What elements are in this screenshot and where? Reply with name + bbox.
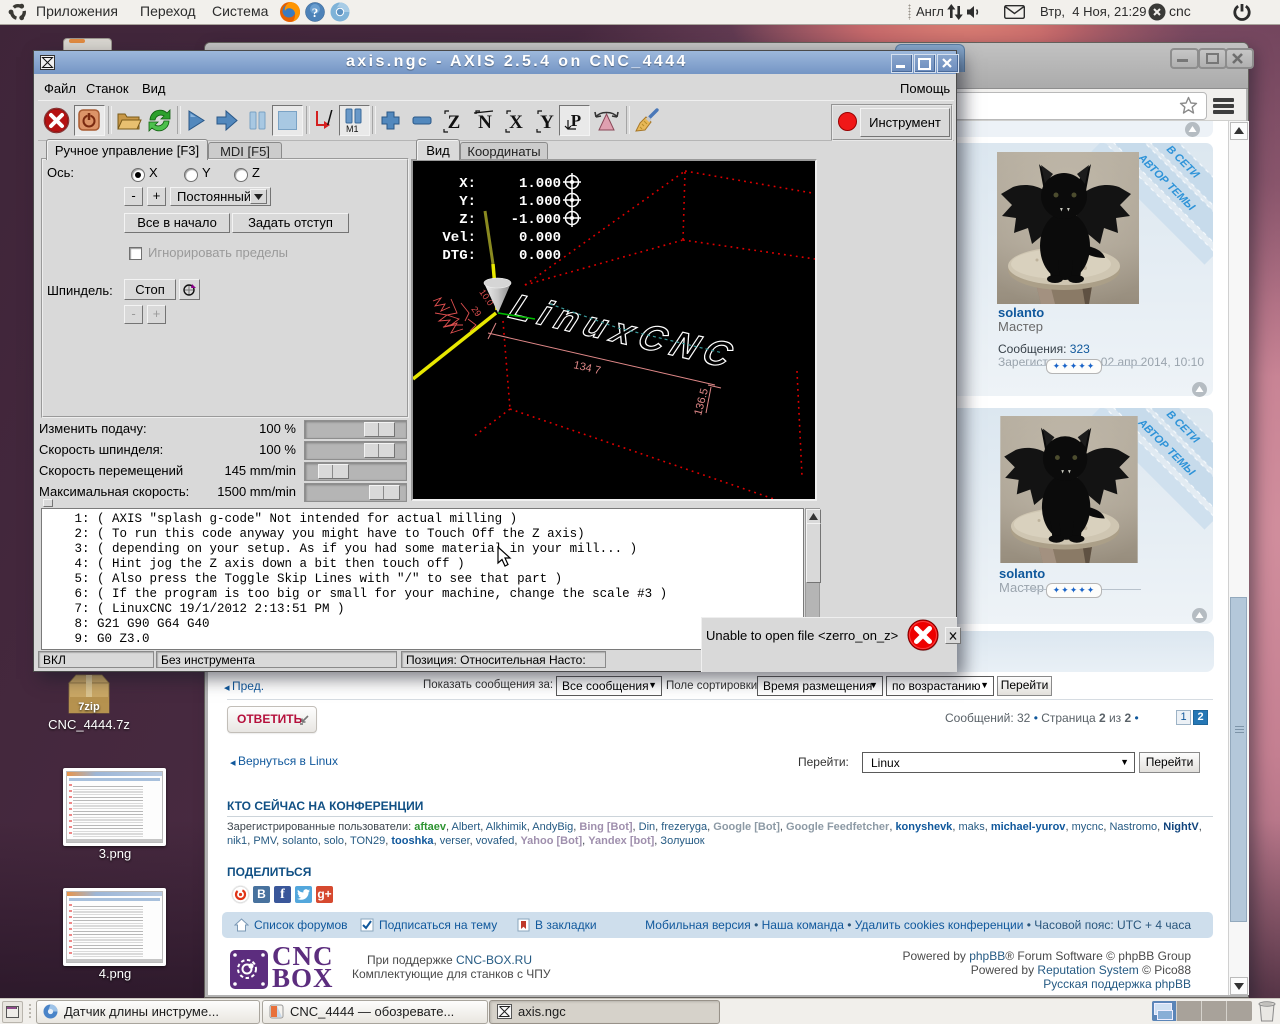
svg-text:/: / xyxy=(327,108,333,130)
svg-text:Y: Y xyxy=(540,112,554,133)
svg-text:X:: X: xyxy=(459,176,476,192)
svg-text:X: X xyxy=(509,112,523,133)
svg-text:Vel:: Vel: xyxy=(442,230,476,246)
svg-text:1.000: 1.000 xyxy=(519,194,561,210)
svg-text:7zip: 7zip xyxy=(78,701,100,713)
svg-text:P: P xyxy=(571,111,581,130)
svg-text:0.000: 0.000 xyxy=(519,248,561,264)
svg-text:Y:: Y: xyxy=(459,194,476,210)
svg-text:0.000: 0.000 xyxy=(519,230,561,246)
svg-text:29: 29 xyxy=(469,304,483,318)
svg-text:Z:: Z: xyxy=(459,212,476,228)
svg-text:LinuxCNC: LinuxCNC xyxy=(504,286,739,375)
svg-text:N: N xyxy=(478,112,492,133)
svg-text:?: ? xyxy=(312,5,319,20)
svg-text:M1: M1 xyxy=(346,124,359,133)
svg-text:DTG:: DTG: xyxy=(442,248,476,264)
svg-text:134 7: 134 7 xyxy=(572,359,602,377)
svg-text:-1.000: -1.000 xyxy=(511,212,561,228)
svg-text:Z: Z xyxy=(448,112,461,133)
svg-text:1.000: 1.000 xyxy=(519,176,561,192)
